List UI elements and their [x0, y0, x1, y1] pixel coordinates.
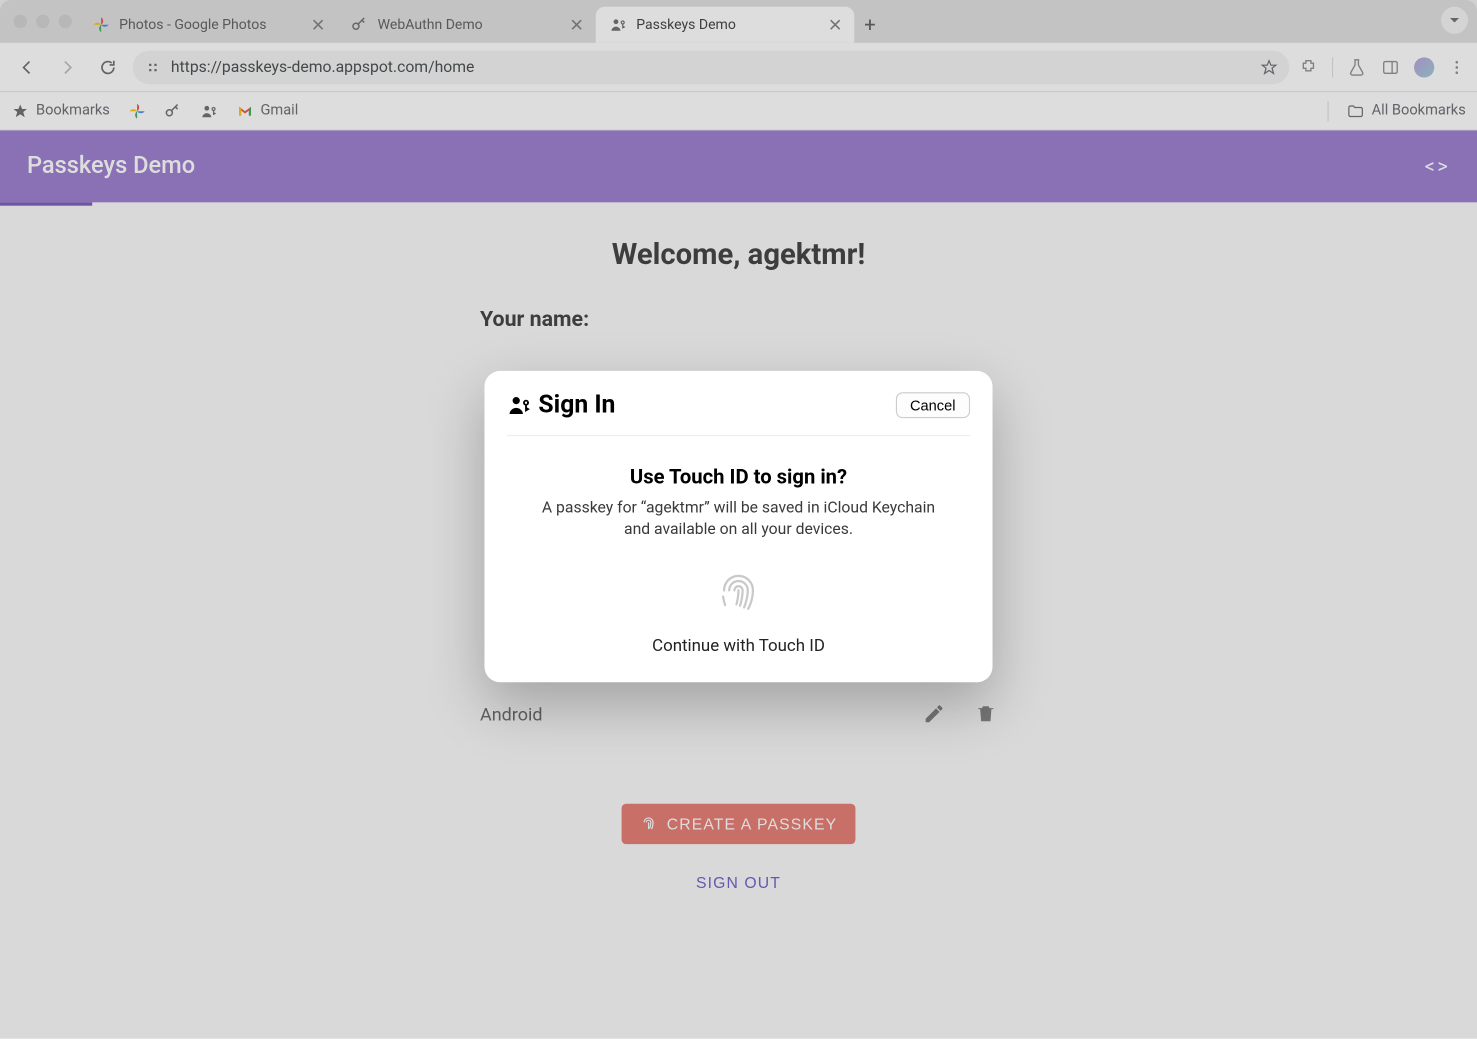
person-key-icon	[507, 393, 532, 418]
continue-label: Continue with Touch ID	[516, 635, 961, 655]
modal-question: Use Touch ID to sign in?	[516, 465, 961, 489]
modal-body: Use Touch ID to sign in? A passkey for “…	[507, 436, 970, 655]
cancel-label: Cancel	[910, 397, 955, 414]
modal-title: Sign In	[538, 391, 615, 419]
modal-scrim[interactable]: Sign In Cancel Use Touch ID to sign in? …	[0, 0, 1477, 1039]
signin-modal: Sign In Cancel Use Touch ID to sign in? …	[484, 371, 992, 682]
modal-description: A passkey for “agektmr” will be saved in…	[516, 498, 961, 540]
cancel-button[interactable]: Cancel	[895, 392, 970, 418]
modal-header: Sign In Cancel	[507, 391, 970, 436]
fingerprint-icon[interactable]	[714, 567, 763, 616]
